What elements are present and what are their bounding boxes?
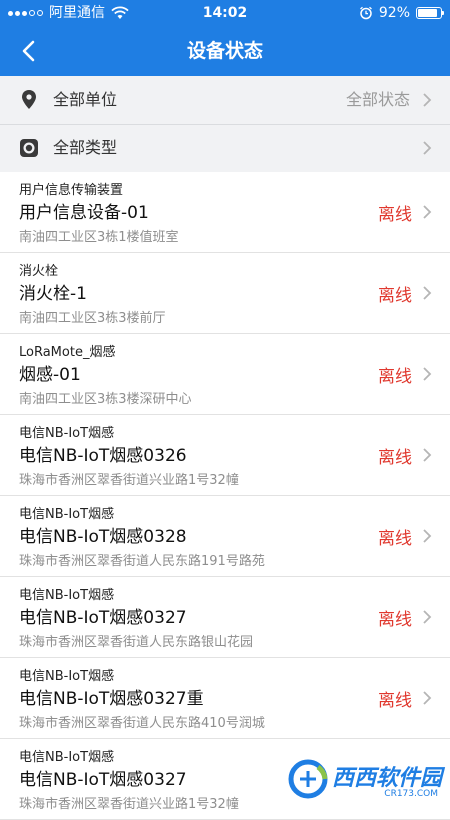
watermark-logo-icon	[288, 759, 328, 799]
device-type: 电信NB-IoT烟感	[19, 426, 115, 441]
device-address: 南油四工业区3栋3楼深研中心	[19, 392, 192, 407]
device-name: 电信NB-IoT烟感0327重	[19, 689, 204, 709]
location-pin-icon	[22, 90, 36, 109]
battery-icon	[416, 7, 444, 19]
device-name: 消火栓-1	[19, 284, 87, 304]
list-item[interactable]: 电信NB-IoT烟感 电信NB-IoT烟感0327重 珠海市香洲区翠香街道人民东…	[0, 658, 450, 739]
status-badge: 离线	[378, 691, 412, 711]
filter-unit-label: 全部单位	[53, 90, 118, 109]
device-address: 南油四工业区3栋3楼前厅	[19, 311, 166, 326]
filter-type-label: 全部类型	[53, 138, 118, 157]
list-item[interactable]: 用户信息传输装置 用户信息设备-01 南油四工业区3栋1楼值班室 离线	[0, 172, 450, 253]
chevron-right-icon	[423, 448, 432, 462]
device-name: 电信NB-IoT烟感0326	[19, 446, 187, 466]
filter-unit-row[interactable]: 全部单位 全部状态	[0, 76, 450, 125]
device-address: 珠海市香洲区翠香街道兴业路1号32幢	[19, 797, 239, 812]
device-list: 用户信息传输装置 用户信息设备-01 南油四工业区3栋1楼值班室 离线 消火栓 …	[0, 172, 450, 820]
chevron-right-icon	[423, 141, 432, 155]
device-address: 南油四工业区3栋1楼值班室	[19, 230, 179, 245]
device-address: 珠海市香洲区翠香街道兴业路1号32幢	[19, 473, 239, 488]
filter-status-value[interactable]: 全部状态	[346, 76, 410, 124]
status-bar: 阿里通信 14:02 92%	[0, 0, 450, 26]
device-type: LoRaMote_烟感	[19, 345, 116, 360]
chevron-right-icon	[423, 205, 432, 219]
device-type: 电信NB-IoT烟感	[19, 750, 115, 765]
device-name: 烟感-01	[19, 365, 81, 385]
device-address: 珠海市香洲区翠香街道人民东路410号润城	[19, 716, 265, 731]
status-badge: 离线	[378, 610, 412, 630]
chevron-right-icon	[423, 93, 432, 107]
chevron-right-icon	[423, 367, 432, 381]
chevron-right-icon	[423, 610, 432, 624]
device-address: 珠海市香洲区翠香街道人民东路191号路苑	[19, 554, 265, 569]
nav-bar: 设备状态	[0, 26, 450, 76]
list-item[interactable]: 电信NB-IoT烟感 电信NB-IoT烟感0328 珠海市香洲区翠香街道人民东路…	[0, 496, 450, 577]
battery-percent: 92%	[378, 5, 410, 21]
status-badge: 离线	[378, 286, 412, 306]
list-item[interactable]: 电信NB-IoT烟感 电信NB-IoT烟感0327 珠海市香洲区翠香街道人民东路…	[0, 577, 450, 658]
status-badge: 离线	[378, 448, 412, 468]
watermark-text: 西西软件园	[331, 766, 442, 791]
watermark: 西西软件园 CR173.COM	[250, 758, 450, 800]
device-name: 用户信息设备-01	[19, 203, 149, 223]
page-title: 设备状态	[186, 40, 263, 62]
device-type: 电信NB-IoT烟感	[19, 588, 115, 603]
device-name: 电信NB-IoT烟感0327	[19, 608, 187, 628]
status-badge: 离线	[378, 205, 412, 225]
device-type: 用户信息传输装置	[19, 183, 124, 198]
alarm-icon	[359, 6, 372, 20]
device-type: 电信NB-IoT烟感	[19, 507, 115, 522]
list-item[interactable]: 电信NB-IoT烟感 电信NB-IoT烟感0326 珠海市香洲区翠香街道兴业路1…	[0, 415, 450, 496]
chevron-right-icon	[423, 691, 432, 705]
device-type: 电信NB-IoT烟感	[19, 669, 115, 684]
device-type-icon	[20, 139, 38, 157]
device-name: 电信NB-IoT烟感0327	[19, 770, 187, 790]
status-badge: 离线	[378, 529, 412, 549]
filter-panel: 全部单位 全部状态 全部类型	[0, 76, 450, 172]
device-type: 消火栓	[19, 264, 59, 279]
top-bar: 阿里通信 14:02 92% 设备状态	[0, 0, 450, 76]
status-right: 92%	[359, 0, 444, 26]
watermark-sub: CR173.COM	[384, 789, 438, 799]
chevron-right-icon	[423, 529, 432, 543]
device-address: 珠海市香洲区翠香街道人民东路银山花园	[19, 635, 254, 650]
list-item[interactable]: 消火栓 消火栓-1 南油四工业区3栋3楼前厅 离线	[0, 253, 450, 334]
device-name: 电信NB-IoT烟感0328	[19, 527, 187, 547]
list-item[interactable]: LoRaMote_烟感 烟感-01 南油四工业区3栋3楼深研中心 离线	[0, 334, 450, 415]
battery-fill	[418, 9, 437, 17]
filter-type-row[interactable]: 全部类型	[0, 124, 450, 172]
chevron-right-icon	[423, 286, 432, 300]
status-badge: 离线	[378, 367, 412, 387]
